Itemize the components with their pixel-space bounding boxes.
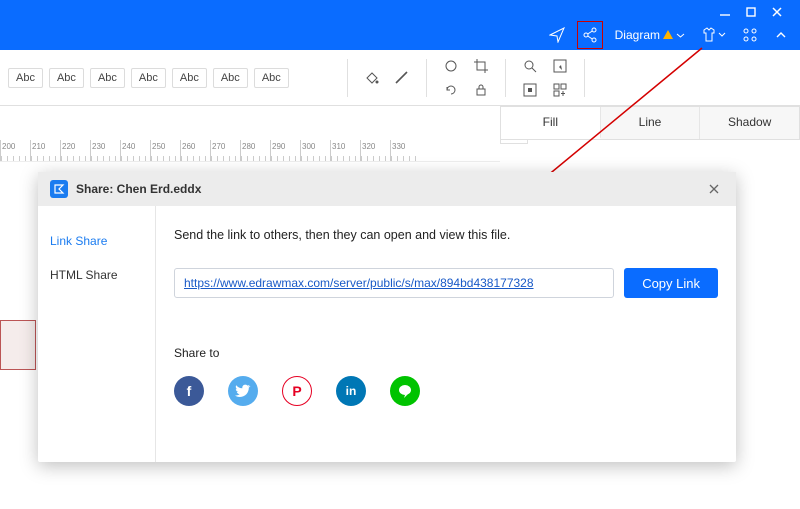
share-dialog: Share: Chen Erd.eddx Link Share HTML Sha… <box>38 172 736 462</box>
window-restore[interactable] <box>740 4 762 20</box>
share-linkedin-button[interactable]: in <box>336 376 366 406</box>
close-dialog-button[interactable] <box>704 179 724 199</box>
properties-tabs: Fill Line Shadow <box>500 106 800 140</box>
line-style-icon[interactable] <box>390 68 414 88</box>
share-instructions: Send the link to others, then they can o… <box>174 228 718 242</box>
dialog-title: Share: Chen Erd.eddx <box>76 182 201 196</box>
copy-link-button[interactable]: Copy Link <box>624 268 718 298</box>
window-minimize[interactable] <box>714 4 736 20</box>
shape-style-6[interactable]: Abc <box>213 68 248 88</box>
share-twitter-button[interactable] <box>228 376 258 406</box>
tab-fill[interactable]: Fill <box>501 107 601 139</box>
shape-style-3[interactable]: Abc <box>90 68 125 88</box>
share-icon[interactable] <box>577 21 603 49</box>
app-logo-icon <box>50 180 68 198</box>
collapse-ribbon-icon[interactable] <box>770 22 792 48</box>
search-icon[interactable] <box>518 56 542 76</box>
fill-bucket-icon[interactable] <box>360 68 384 88</box>
tab-line[interactable]: Line <box>601 107 701 139</box>
shape-style-1[interactable]: Abc <box>8 68 43 88</box>
share-to-label: Share to <box>174 346 718 360</box>
rotate-icon[interactable] <box>439 80 463 100</box>
share-line-button[interactable] <box>390 376 420 406</box>
horizontal-ruler: 2002102202302402502602702802903003103203… <box>0 140 500 162</box>
crop-icon[interactable] <box>469 56 493 76</box>
shape-circle-icon[interactable] <box>439 56 463 76</box>
shape-style-4[interactable]: Abc <box>131 68 166 88</box>
canvas-shape[interactable] <box>0 320 36 370</box>
select-area-icon[interactable] <box>548 56 572 76</box>
share-url-field[interactable]: https://www.edrawmax.com/server/public/s… <box>174 268 614 298</box>
sidebar-item-html-share[interactable]: HTML Share <box>38 258 155 292</box>
focus-icon[interactable] <box>518 80 542 100</box>
shape-style-2[interactable]: Abc <box>49 68 84 88</box>
ribbon-toolbar: Abc Abc Abc Abc Abc Abc Abc <box>0 50 800 106</box>
send-icon[interactable] <box>545 22 569 48</box>
shape-style-5[interactable]: Abc <box>172 68 207 88</box>
diagram-label: Diagram <box>615 28 660 42</box>
shape-style-7[interactable]: Abc <box>254 68 289 88</box>
diagram-menu[interactable]: Diagram <box>611 22 689 48</box>
share-mode-sidebar: Link Share HTML Share <box>38 206 156 462</box>
apps-grid-icon[interactable] <box>738 22 762 48</box>
window-close[interactable] <box>766 4 788 20</box>
share-facebook-button[interactable]: f <box>174 376 204 406</box>
share-pinterest-button[interactable]: P <box>282 376 312 406</box>
components-icon[interactable] <box>548 80 572 100</box>
sidebar-item-link-share[interactable]: Link Share <box>38 224 155 258</box>
title-bar: Diagram <box>0 0 800 50</box>
tshirt-icon[interactable] <box>697 22 730 48</box>
tab-shadow[interactable]: Shadow <box>700 107 799 139</box>
lock-icon[interactable] <box>469 80 493 100</box>
